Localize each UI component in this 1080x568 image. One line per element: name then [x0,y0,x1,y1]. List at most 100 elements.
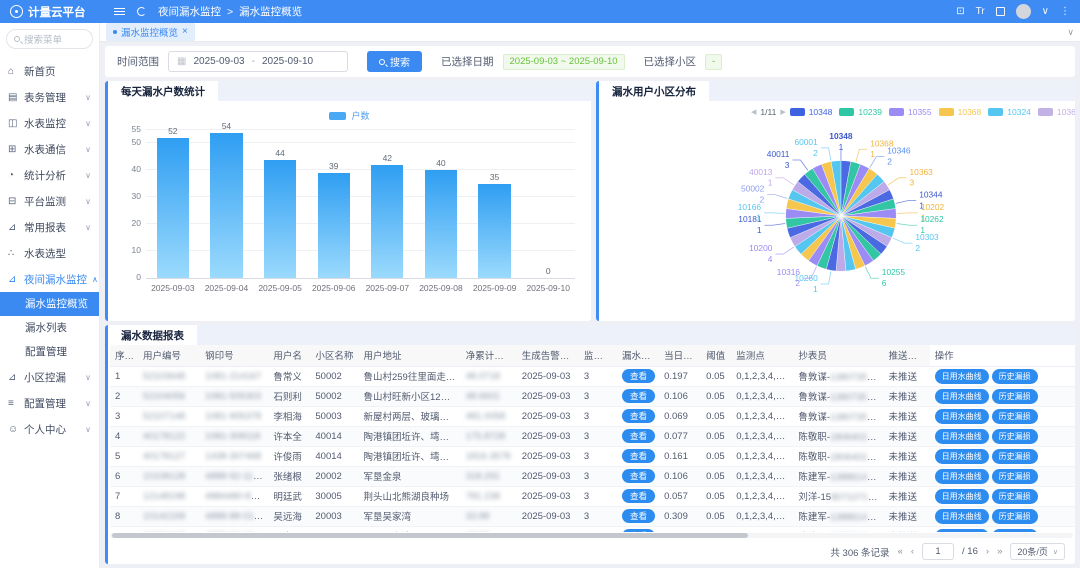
bar[interactable] [318,173,350,278]
view-details-button[interactable]: 查看 [622,369,655,383]
history-leak-button[interactable]: 历史漏损 [992,389,1038,404]
sidebar-item-platform[interactable]: ⊟平台监测∨ [0,188,99,214]
x-axis-tick: 2025-09-10 [521,283,575,293]
redacted-phone: 13886145673 [830,512,884,523]
sidebar-item-meter-monitor[interactable]: ◫水表监控∨ [0,110,99,136]
history-leak-button[interactable]: 历史漏损 [992,469,1038,484]
refresh-icon[interactable] [137,7,146,16]
view-details-button[interactable]: 查看 [622,489,655,503]
bar-chart-title: 每天漏水户数统计 [108,81,218,101]
daily-water-curve-button[interactable]: 日用水曲线 [935,369,989,384]
view-details-button[interactable]: 查看 [622,509,655,523]
daily-water-curve-button[interactable]: 日用水曲线 [935,429,989,444]
column-header-8: 生成告警日期 [517,345,579,366]
next-page-button[interactable]: › [986,546,989,557]
history-leak-button[interactable]: 历史漏损 [992,409,1038,424]
cell-text: 鲁山村259往里面走很远 [363,372,460,383]
view-details-button[interactable]: 查看 [622,389,655,403]
sidebar-item-reports[interactable]: ⊿常用报表∨ [0,214,99,240]
legend-swatch[interactable] [889,108,904,116]
daily-water-curve-button[interactable]: 日用水曲线 [935,529,989,533]
pie-label-name: 10303 [915,232,939,242]
sidebar-subitem-leak-config[interactable]: 配置管理 [0,340,99,364]
search-button[interactable]: 搜索 [367,51,422,72]
daily-water-curve-button[interactable]: 日用水曲线 [935,489,989,504]
breadcrumb-item[interactable]: 漏水监控概览 [239,4,302,19]
history-leak-button[interactable]: 历史漏损 [992,529,1038,533]
view-details-button[interactable]: 查看 [622,409,655,423]
history-leak-button[interactable]: 历史漏损 [992,429,1038,444]
legend-swatch[interactable] [988,108,1003,116]
page-size-select[interactable]: 20条/页 ∨ [1010,543,1065,560]
history-leak-button[interactable]: 历史漏损 [992,509,1038,524]
hamburger-icon[interactable] [114,8,125,15]
export-icon[interactable]: ⊡ [956,6,964,17]
bar[interactable] [425,170,457,278]
cell-threshold: 0.05 [701,386,731,406]
cell-text: 鲁常义 [273,372,302,383]
sidebar-subitem-leak-list[interactable]: 漏水列表 [0,316,99,340]
history-leak-button[interactable]: 历史漏损 [992,369,1038,384]
app-logo[interactable]: 计量云平台 [10,4,102,20]
view-details-button[interactable]: 查看 [622,469,655,483]
page-input[interactable] [922,543,954,560]
bar[interactable] [264,160,296,278]
translate-icon[interactable]: Tr [976,6,985,17]
sidebar-item-meter-select[interactable]: ∴水表选型 [0,240,99,266]
legend-swatch[interactable] [790,108,805,116]
sidebar-subitem-leak-overview[interactable]: 漏水监控概览 [0,292,99,316]
history-leak-button[interactable]: 历史漏损 [992,489,1038,504]
bar-chart-legend[interactable]: 户数 [108,109,591,122]
date-range-input[interactable]: ▦ 2025-09-03 - 2025-09-10 [168,51,348,72]
first-page-button[interactable]: « [898,546,903,557]
card-header: 漏水用户小区分布 [599,81,1075,101]
legend-swatch[interactable] [839,108,854,116]
view-details-button[interactable]: 查看 [622,529,655,532]
cell-text: 石则利 [273,392,302,403]
bar-value-label: 40 [414,158,468,168]
tabbar-chevron-down-icon[interactable]: ∨ [1067,27,1074,38]
bar[interactable] [210,133,242,278]
sidebar-item-home[interactable]: ⌂新首页 [0,58,99,84]
daily-water-curve-button[interactable]: 日用水曲线 [935,509,989,524]
cell-monitor-days: 3 [579,506,617,526]
daily-water-curve-button[interactable]: 日用水曲线 [935,449,989,464]
view-details-button[interactable]: 查看 [622,449,655,463]
kebab-menu-icon[interactable]: ⋮ [1060,6,1070,17]
cell-leak-detail: 查看 [617,486,659,506]
sidebar-item-area-leak[interactable]: ⊿小区控漏∨ [0,364,99,390]
scrollbar-thumb[interactable] [112,533,748,538]
view-details-button[interactable]: 查看 [622,429,655,443]
bar[interactable] [478,184,510,278]
daily-water-curve-button[interactable]: 日用水曲线 [935,389,989,404]
history-leak-button[interactable]: 历史漏损 [992,449,1038,464]
fullscreen-icon[interactable] [996,7,1005,16]
chevron-down-icon[interactable]: ∨ [1042,6,1049,17]
legend-prev-icon[interactable]: ◀ [751,108,756,116]
column-header-11: 当日平... [659,345,701,366]
bar[interactable] [371,165,403,278]
cell-meter-reader: 鲁敦谋-13807350000 [793,386,883,406]
sidebar-item-night-leak[interactable]: ⊿夜间漏水监控∧ [0,266,99,292]
legend-swatch[interactable] [1038,108,1053,116]
tab-leak-overview[interactable]: 漏水监控概览 × [106,23,195,41]
bar-slot: 44 [253,131,307,278]
breadcrumb-item[interactable]: 夜间漏水监控 [158,4,221,19]
daily-water-curve-button[interactable]: 日用水曲线 [935,409,989,424]
sidebar-item-meter-mgmt[interactable]: ▤表务管理∨ [0,84,99,110]
prev-page-button[interactable]: ‹ [911,546,914,557]
sidebar-item-config[interactable]: ≡配置管理∨ [0,390,99,416]
sidebar-item-profile[interactable]: ☺个人中心∨ [0,416,99,442]
daily-water-curve-button[interactable]: 日用水曲线 [935,469,989,484]
last-page-button[interactable]: » [997,546,1002,557]
legend-swatch[interactable] [939,108,954,116]
pie-label-name: 10348 [829,131,853,141]
legend-next-icon[interactable]: ▶ [780,108,785,116]
sidebar-item-meter-comm[interactable]: ⊞水表通信∨ [0,136,99,162]
bar[interactable] [157,138,189,278]
avatar[interactable] [1016,4,1031,19]
column-header-9: 监测天数 [579,345,617,366]
close-icon[interactable]: × [182,27,188,37]
sidebar-search[interactable]: 搜索菜单 [6,29,93,49]
sidebar-item-stats[interactable]: ◔统计分析∨ [0,162,99,188]
